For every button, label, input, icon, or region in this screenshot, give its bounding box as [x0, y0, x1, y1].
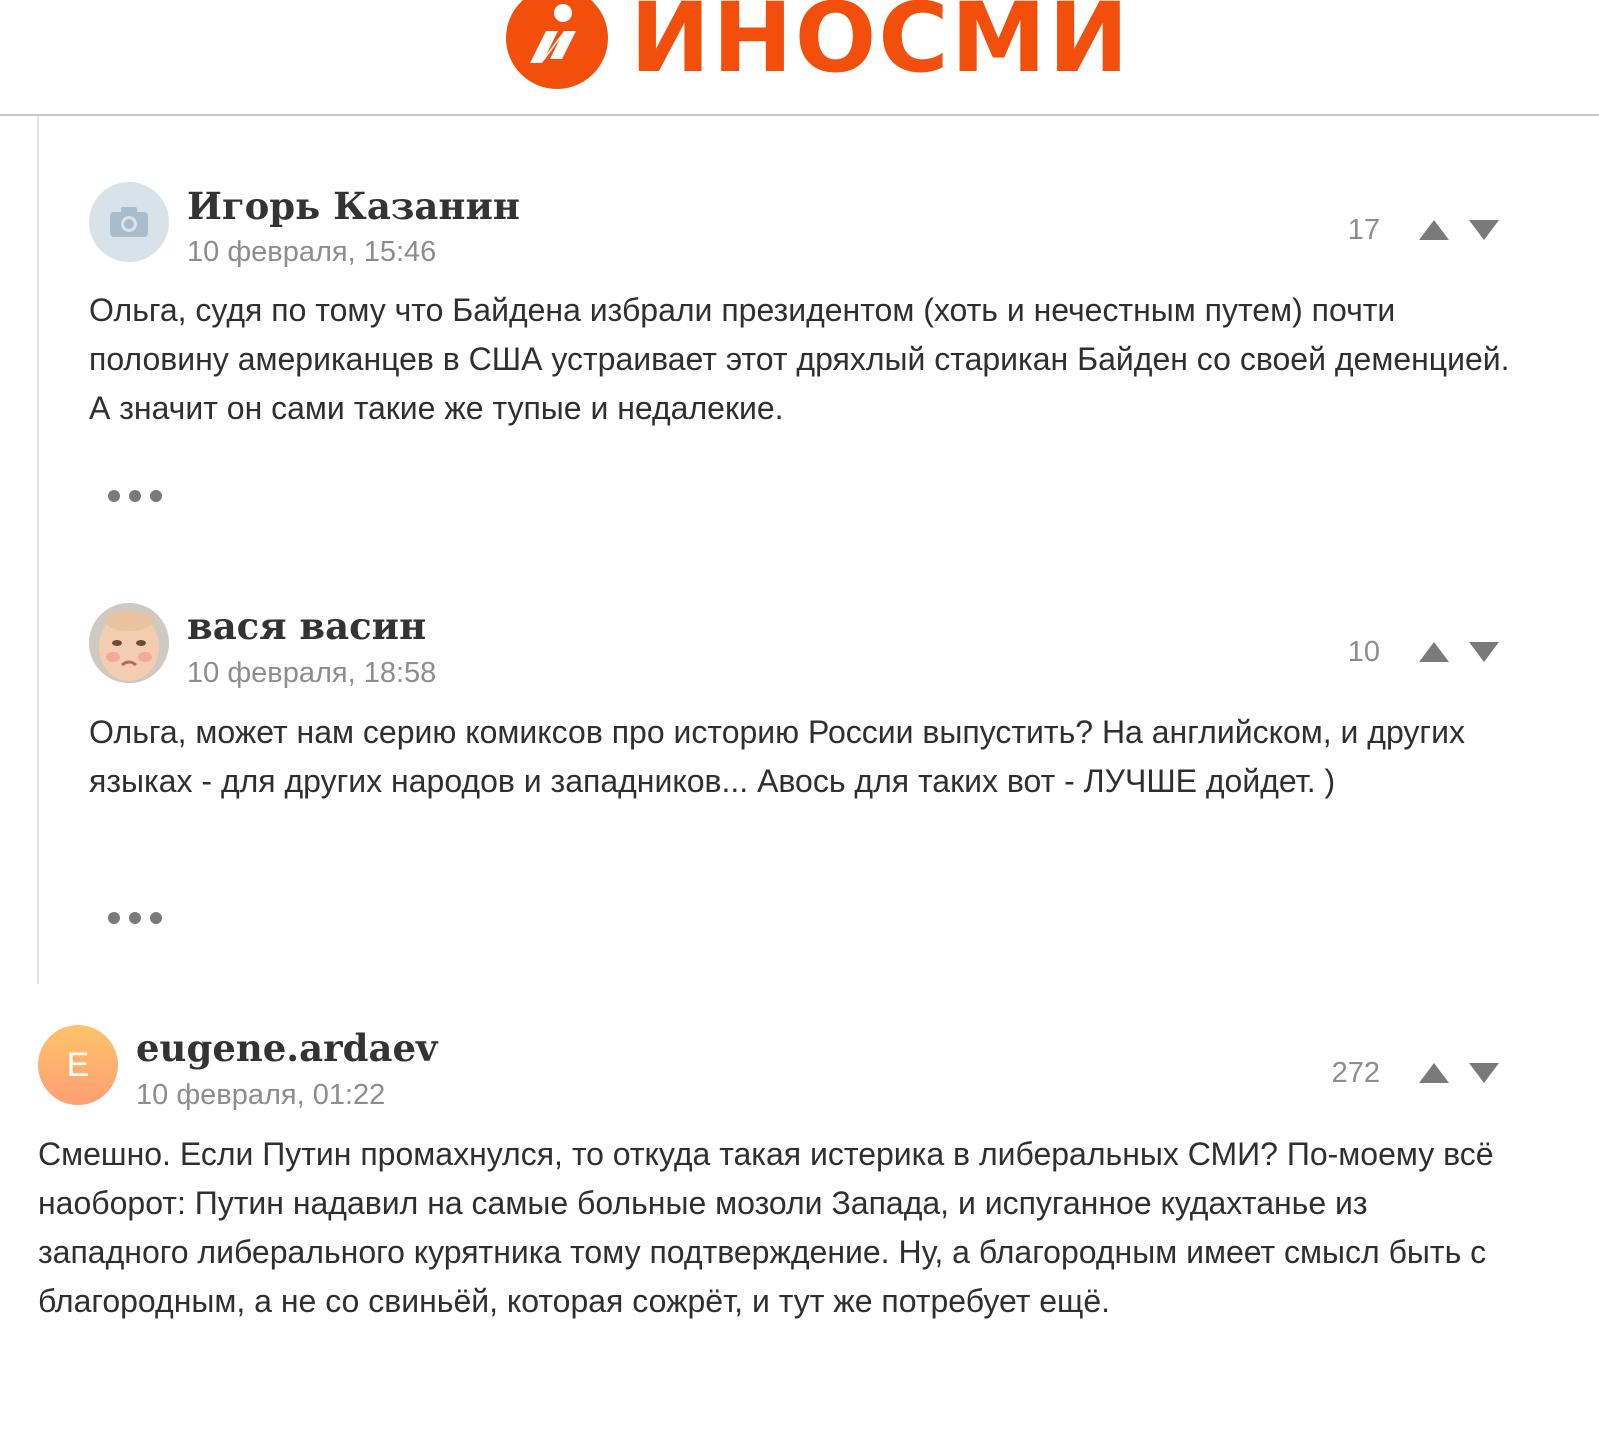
avatar[interactable] [89, 603, 169, 683]
comment-author[interactable]: Игорь Казанин [187, 184, 520, 228]
vote-count: 272 [1331, 1056, 1380, 1089]
more-options-button[interactable] [108, 484, 172, 508]
reply-thread-line [37, 116, 39, 984]
site-header: ИНОСМИ [0, 0, 1599, 116]
dot-icon [129, 912, 141, 924]
comment-text: Ольга, судя по тому что Байдена избрали … [89, 292, 1510, 426]
logo-mark-icon [506, 0, 608, 89]
camera-icon [110, 207, 148, 237]
inosmi-logo[interactable]: ИНОСМИ [506, 0, 1131, 94]
comment-date: 10 февраля, 18:58 [187, 657, 437, 689]
dot-icon [108, 490, 120, 502]
more-options-button[interactable] [108, 906, 172, 930]
vote-controls: 17 [1300, 210, 1500, 250]
avatar[interactable] [89, 182, 169, 262]
dot-icon [108, 912, 120, 924]
comment-date: 10 февраля, 15:46 [187, 236, 437, 268]
comment-author[interactable]: eugene.ardaev [136, 1026, 438, 1070]
baby-photo-icon [89, 603, 169, 683]
comment-text: Ольга, может нам серию комиксов про исто… [89, 714, 1465, 799]
dot-icon [129, 490, 141, 502]
dot-icon [150, 490, 162, 502]
comment-date: 10 февраля, 01:22 [136, 1079, 386, 1111]
downvote-arrow-icon[interactable] [1468, 641, 1500, 663]
comment-author[interactable]: вася васин [187, 604, 426, 648]
logo-wordmark: ИНОСМИ [630, 0, 1131, 94]
comment-text: Смешно. Если Путин промахнулся, то откуд… [38, 1136, 1494, 1319]
downvote-arrow-icon[interactable] [1468, 1062, 1500, 1084]
avatar[interactable]: E [38, 1025, 118, 1105]
vote-count: 17 [1347, 213, 1380, 246]
upvote-arrow-icon[interactable] [1418, 641, 1450, 663]
vote-controls: 272 [1300, 1053, 1500, 1093]
downvote-arrow-icon[interactable] [1468, 219, 1500, 241]
upvote-arrow-icon[interactable] [1418, 1062, 1450, 1084]
vote-count: 10 [1347, 635, 1380, 668]
vote-controls: 10 [1300, 632, 1500, 672]
dot-icon [150, 912, 162, 924]
upvote-arrow-icon[interactable] [1418, 219, 1450, 241]
